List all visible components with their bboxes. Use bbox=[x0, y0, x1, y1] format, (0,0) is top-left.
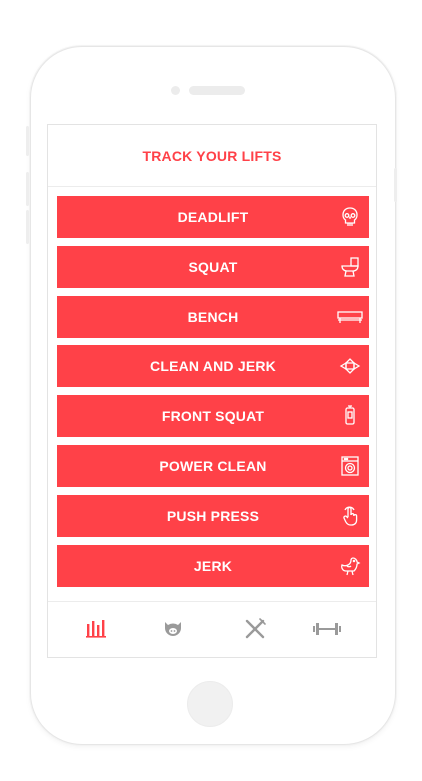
lift-button-clean-and-jerk[interactable]: CLEAN AND JERK bbox=[57, 345, 369, 388]
chicken-icon bbox=[339, 555, 361, 577]
lift-label: POWER CLEAN bbox=[159, 457, 267, 474]
phone-volume-down bbox=[26, 210, 29, 244]
lift-label: BENCH bbox=[187, 308, 239, 325]
lift-list: DEADLIFT SQUAT BENCH CLEAN AND JERK FRON… bbox=[57, 196, 369, 594]
phone-power-button bbox=[394, 168, 397, 202]
candy-icon bbox=[339, 355, 361, 377]
lift-button-jerk[interactable]: JERK bbox=[57, 544, 369, 587]
lift-label: SQUAT bbox=[188, 258, 238, 275]
bench-icon bbox=[337, 306, 363, 328]
phone-home-button[interactable] bbox=[187, 681, 233, 727]
lift-button-push-press[interactable]: PUSH PRESS bbox=[57, 494, 369, 537]
toilet-icon bbox=[339, 256, 361, 278]
app-screen: TRACK YOUR LIFTS DEADLIFT SQUAT BENCH CL… bbox=[47, 124, 377, 658]
lift-label: PUSH PRESS bbox=[166, 507, 260, 524]
fork-knife-icon[interactable] bbox=[242, 616, 268, 642]
skull-icon bbox=[339, 206, 361, 228]
barbell-icon[interactable] bbox=[312, 616, 342, 642]
lift-button-power-clean[interactable]: POWER CLEAN bbox=[57, 444, 369, 487]
washing-machine-icon bbox=[339, 455, 361, 477]
lift-label: CLEAN AND JERK bbox=[150, 358, 276, 375]
phone-speaker bbox=[189, 86, 245, 95]
lift-button-squat[interactable]: SQUAT bbox=[57, 245, 369, 288]
phone-mute-switch bbox=[26, 126, 29, 156]
phone-camera bbox=[171, 86, 180, 95]
lift-label: JERK bbox=[193, 557, 233, 574]
lift-button-deadlift[interactable]: DEADLIFT bbox=[57, 196, 369, 238]
app-header: TRACK YOUR LIFTS bbox=[48, 125, 376, 187]
phone-volume-up bbox=[26, 172, 29, 206]
bars-chart-icon[interactable] bbox=[84, 616, 110, 642]
lift-button-bench[interactable]: BENCH bbox=[57, 295, 369, 338]
phone-icon bbox=[339, 405, 361, 427]
lift-label: DEADLIFT bbox=[177, 209, 249, 225]
pointing-hand-icon bbox=[339, 505, 361, 527]
tab-bar bbox=[48, 601, 376, 657]
pig-icon[interactable] bbox=[160, 616, 186, 642]
page-title: TRACK YOUR LIFTS bbox=[142, 147, 282, 164]
lift-label: FRONT SQUAT bbox=[161, 408, 265, 425]
lift-button-front-squat[interactable]: FRONT SQUAT bbox=[57, 395, 369, 438]
